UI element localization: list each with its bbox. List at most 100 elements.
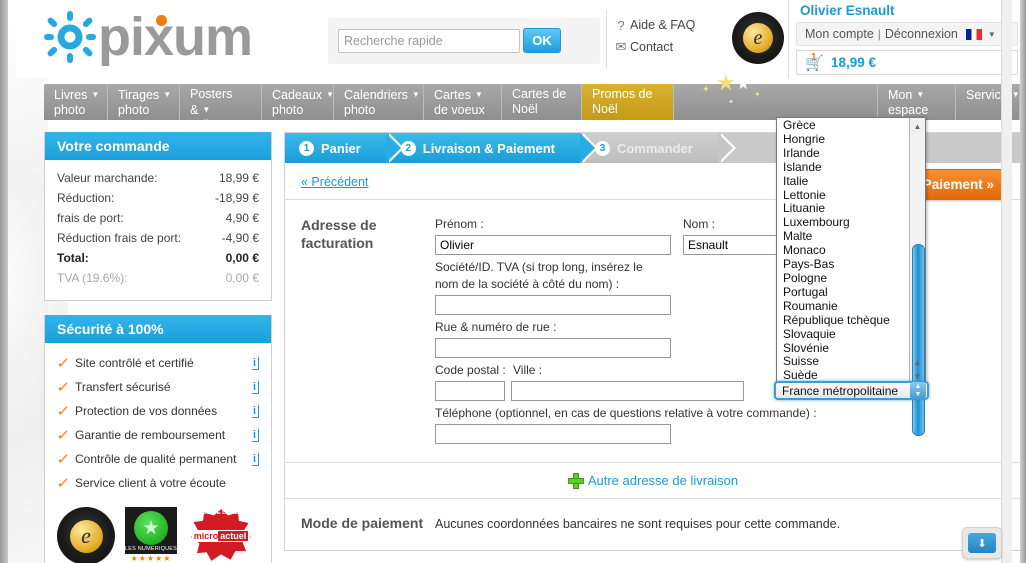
country-option[interactable]: Islande	[777, 160, 925, 175]
micro-actuel-badge: CHOIX DE LA RÉDACTION micro actuel	[187, 507, 263, 563]
country-option[interactable]: République tchèque	[777, 313, 925, 328]
nav-item-label: Cartes	[434, 88, 471, 102]
info-icon[interactable]: i	[251, 452, 259, 466]
page-scrollbar[interactable]	[1001, 0, 1012, 563]
trusted-shops-badge: e	[57, 507, 115, 563]
nav-item-0[interactable]: Livres ▼ photo	[44, 84, 108, 120]
country-option[interactable]: Pays-Bas	[777, 257, 925, 272]
phone-input[interactable]	[435, 424, 671, 444]
chevron-down-icon[interactable]: ▼	[163, 90, 171, 99]
country-option[interactable]: Pologne	[777, 271, 925, 286]
street-input[interactable]	[435, 338, 671, 358]
chevron-down-icon[interactable]: ▼	[412, 90, 420, 99]
security-item-label: Contrôle de qualité permanent	[75, 452, 237, 466]
security-panel-title: Sécurité à 100%	[45, 315, 271, 343]
dropdown-scrollbar[interactable]: ▲ ▲ ▼	[909, 118, 925, 436]
checkout-step-3[interactable]: 3 Commander	[580, 133, 736, 163]
security-list-item: ✓ Site contrôlé et certifié i	[56, 351, 259, 375]
zip-input[interactable]	[435, 381, 505, 401]
previous-link[interactable]: « Précédent	[301, 175, 368, 189]
country-option[interactable]: Lituanie	[777, 202, 925, 216]
firstname-input[interactable]	[435, 235, 671, 255]
checkout-step-2[interactable]: 2 Livraison & Paiement	[386, 133, 598, 163]
logo-orange-dot	[156, 15, 167, 26]
logout-link[interactable]: Déconnexion	[885, 27, 958, 41]
chevron-down-icon[interactable]: ▼	[326, 90, 334, 99]
order-row: Total: 0,00 €	[57, 248, 259, 268]
nav-item-4[interactable]: Calendriers ▼ photo	[334, 84, 424, 120]
country-option[interactable]: Suisse	[777, 355, 925, 369]
info-icon[interactable]: i	[251, 428, 259, 442]
faq-link[interactable]: ? Aide & FAQ	[612, 14, 732, 36]
country-option[interactable]: Luxembourg	[777, 215, 925, 230]
security-panel: Sécurité à 100% ✓ Site contrôlé et certif…	[44, 315, 272, 563]
other-delivery-address-link[interactable]: Autre adresse de livraison	[567, 473, 738, 489]
checkout-step-1[interactable]: 1 Panier	[285, 133, 404, 163]
pixum-logo[interactable]: pixum	[44, 8, 253, 66]
city-input[interactable]	[511, 381, 744, 401]
step-arrow	[717, 133, 733, 163]
country-dropdown-list[interactable]: Grèce Hongrie Irlande Islande Italie Lettonie…	[776, 117, 926, 436]
country-select[interactable]: France métropolitaine ▲ ▼	[774, 381, 929, 400]
nav-spacer	[674, 84, 878, 120]
info-icon[interactable]: i	[251, 380, 259, 394]
country-option[interactable]: Roumanie	[777, 299, 925, 314]
scroll-up-arrow-icon-bottom[interactable]: ▲	[910, 355, 925, 369]
select-spinner-icon[interactable]: ▲ ▼	[910, 382, 926, 399]
nav-right-item-0[interactable]: Mon ▼ espace	[878, 84, 956, 120]
nav-item-label: Posters &	[190, 87, 233, 117]
order-row-label: Valeur marchande:	[57, 171, 158, 185]
order-row: Réduction: -18,99 €	[57, 188, 259, 208]
nav-item-2[interactable]: Posters & ▼ Toiles	[180, 84, 262, 132]
nav-item-3[interactable]: Cadeaux ▼ photo	[262, 84, 334, 120]
country-option[interactable]: Hongrie	[777, 132, 925, 147]
micro-actuel-text: micro actuel	[191, 530, 251, 542]
nav-item-label-line2: Noël	[512, 102, 538, 116]
chevron-down-icon[interactable]: ▼	[1012, 90, 1020, 99]
my-account-link[interactable]: Mon compte	[805, 27, 874, 41]
chevron-down-icon[interactable]: ▼	[91, 90, 99, 99]
order-row-label: TVA (19.6%):	[57, 271, 128, 285]
chevron-down-icon[interactable]: ▼	[988, 30, 996, 39]
nav-item-5[interactable]: Cartes ▼ de voeux	[424, 84, 502, 120]
scroll-to-bottom-button[interactable]: ⬇	[962, 527, 1002, 559]
browser-right-edge	[1020, 0, 1026, 563]
search-input[interactable]	[338, 29, 520, 53]
chevron-down-icon[interactable]: ▼	[475, 90, 483, 99]
account-box: Olivier Esnault Mon compte | Déconnexion…	[792, 0, 1020, 78]
scroll-up-arrow-icon[interactable]: ▲	[910, 119, 925, 133]
order-summary-panel: Votre commande Valeur marchande: 18,99 € R…	[44, 132, 272, 301]
country-option[interactable]: Monaco	[777, 243, 925, 258]
step-arrow	[385, 133, 401, 163]
nav-item-6[interactable]: Cartes de Noël	[502, 84, 582, 120]
country-option[interactable]: Irlande	[777, 146, 925, 161]
country-option[interactable]: Lettonie	[777, 188, 925, 203]
chevron-down-icon[interactable]: ▼	[202, 105, 210, 114]
download-arrow-icon: ⬇	[968, 533, 996, 553]
les-numeriques-badge: ★ LES NUMERIQUES ★★★★★	[125, 507, 177, 563]
info-icon[interactable]: i	[251, 404, 259, 418]
country-option[interactable]: Portugal	[777, 285, 925, 300]
nav-item-label: Calendriers	[344, 88, 408, 102]
scrollbar-thumb[interactable]	[912, 244, 925, 436]
nav-item-7[interactable]: Promos de Noël	[582, 84, 674, 120]
security-list-item: ✓ Garantie de remboursement i	[56, 423, 259, 447]
contact-link[interactable]: ✉ Contact	[612, 36, 732, 58]
info-icon[interactable]: i	[251, 356, 259, 370]
order-row: frais de port: 4,90 €	[57, 208, 259, 228]
search-submit-button[interactable]: OK	[523, 28, 561, 53]
country-option[interactable]: Slovénie	[777, 341, 925, 356]
company-input[interactable]	[435, 295, 671, 315]
certification-badges: e ★ LES NUMERIQUES ★★★★★ CHOIX DE LA RÉD…	[57, 507, 263, 563]
nav-item-1[interactable]: Tirages ▼ photo	[108, 84, 180, 120]
country-option[interactable]: Slovaquie	[777, 327, 925, 342]
country-option[interactable]: Malte	[777, 229, 925, 244]
country-option[interactable]: Italie	[777, 174, 925, 189]
account-user-name: Olivier Esnault	[800, 3, 895, 18]
french-flag-icon[interactable]	[965, 28, 982, 40]
help-links: ? Aide & FAQ ✉ Contact	[612, 14, 732, 66]
zip-label: Code postal :	[435, 363, 506, 377]
country-option[interactable]: Grèce	[777, 118, 925, 133]
cart-summary[interactable]: 1 🛒 18,99 €	[796, 50, 1018, 75]
chevron-down-icon[interactable]: ▼	[916, 90, 924, 99]
